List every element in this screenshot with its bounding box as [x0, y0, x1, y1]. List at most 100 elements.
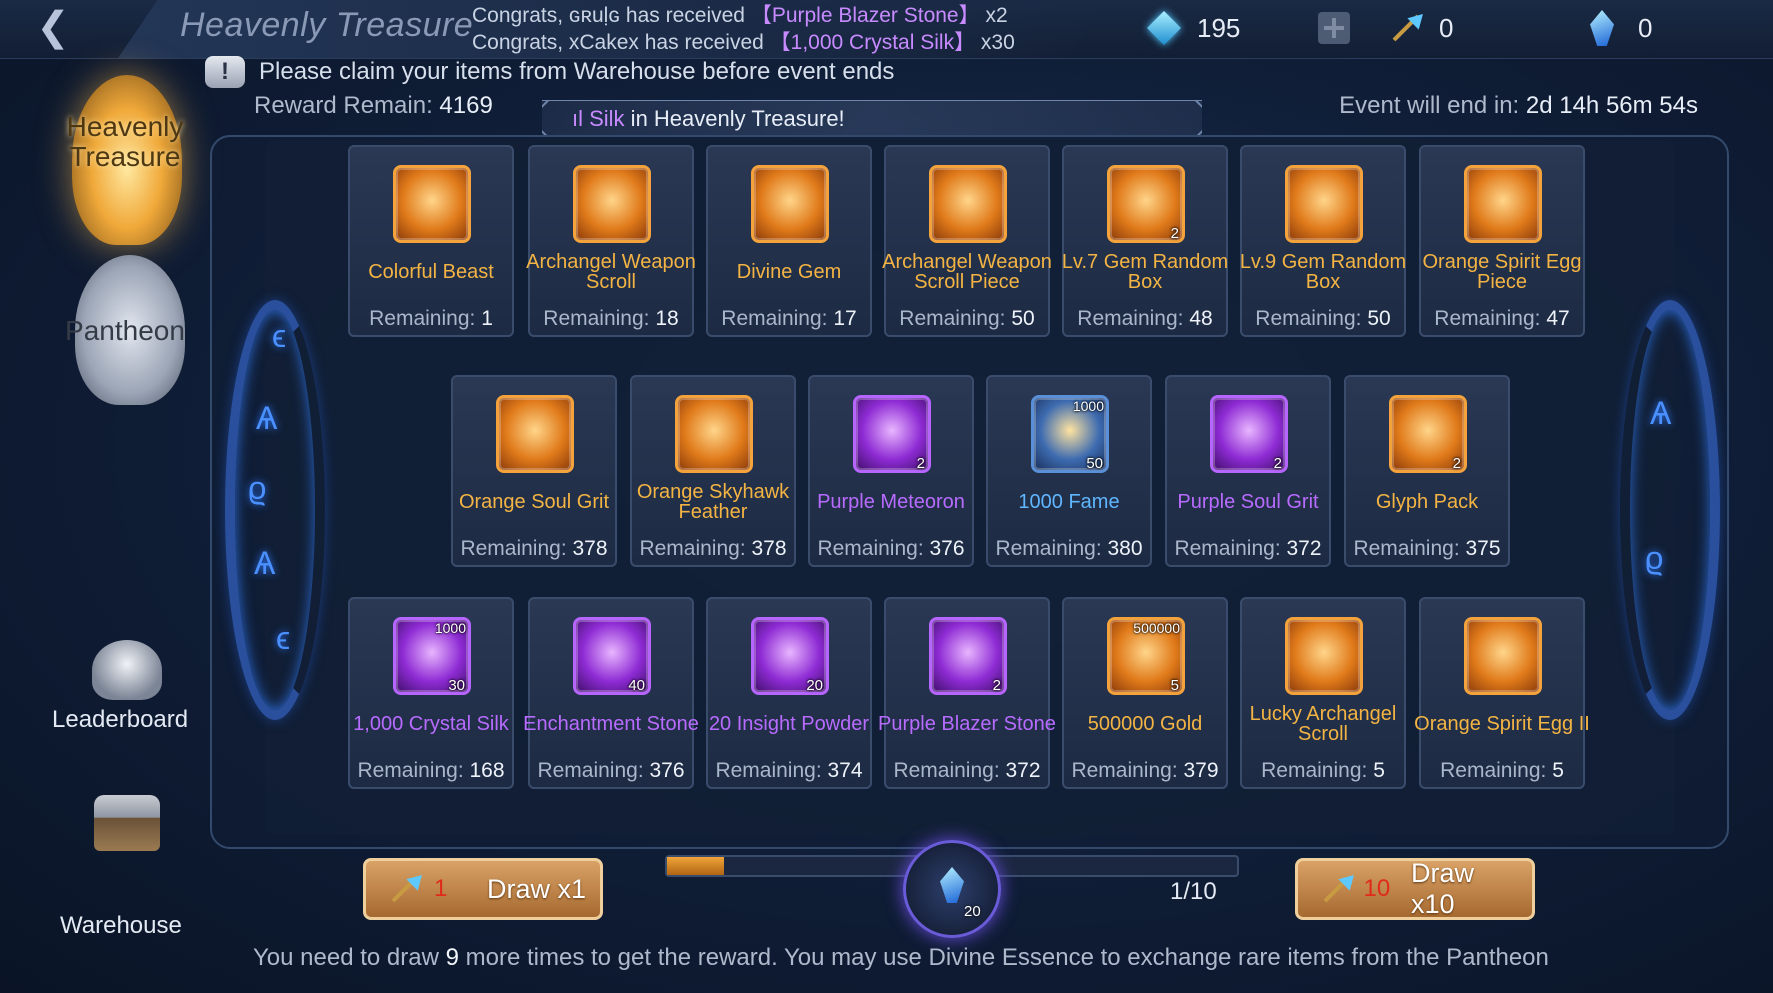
reward-name: 1,000 Crystal Silk — [353, 713, 509, 735]
reward-item-icon: 2 — [1210, 395, 1288, 473]
reward-quantity: 2 — [1170, 225, 1179, 242]
add-currency-button[interactable] — [1318, 6, 1350, 50]
reward-name: Lucky Archangel Scroll — [1249, 703, 1397, 745]
reward-name: Lv.7 Gem Random Box — [1061, 251, 1229, 293]
reward-name: Purple Meteoron — [817, 491, 965, 513]
reward-item-icon: 2 — [1389, 395, 1467, 473]
reward-card[interactable]: Lv.9 Gem Random Box Remaining: 50 — [1240, 145, 1406, 337]
arrow-count: 0 — [1439, 12, 1454, 43]
reward-remaining: Remaining: 1 — [369, 307, 493, 330]
warehouse-button[interactable]: Warehouse — [60, 912, 182, 940]
reward-card[interactable]: 1000 50 1000 Fame Remaining: 380 — [986, 375, 1152, 567]
rune-ring-right — [1620, 300, 1720, 720]
reward-card[interactable]: Colorful Beast Remaining: 1 — [348, 145, 514, 337]
reward-card[interactable]: Divine Gem Remaining: 17 — [706, 145, 872, 337]
draw-x1-button[interactable]: 1 Draw x1 — [363, 858, 603, 920]
reward-remaining: Remaining: 47 — [1434, 307, 1570, 330]
reward-remaining: Remaining: 380 — [995, 537, 1143, 560]
reward-remaining: Remaining: 378 — [639, 537, 787, 560]
heavenly-treasure-label[interactable]: Heavenly Treasure — [40, 112, 210, 172]
reward-item-icon: 1000 50 — [1031, 395, 1109, 473]
reward-name: Glyph Pack — [1375, 491, 1479, 513]
diamond-counter: 195 — [1145, 6, 1240, 50]
reward-name: Orange Soul Grit — [458, 491, 610, 513]
reward-quantity: 40 — [628, 677, 645, 694]
reward-card[interactable]: 2 Lv.7 Gem Random Box Remaining: 48 — [1062, 145, 1228, 337]
draw-x1-cost: 1 — [434, 875, 448, 902]
trophy-icon[interactable] — [92, 640, 162, 700]
reward-quantity: 2 — [1452, 455, 1461, 472]
warehouse-notice: ! Please claim your items from Warehouse… — [205, 56, 894, 88]
reward-quantity: 2 — [992, 677, 1001, 694]
reward-remaining: Remaining: 5 — [1261, 759, 1385, 782]
draw-x1-label: Draw x1 — [486, 873, 586, 904]
reward-card[interactable]: Orange Soul Grit Remaining: 378 — [451, 375, 617, 567]
reward-card[interactable]: Lucky Archangel Scroll Remaining: 5 — [1240, 597, 1406, 789]
reward-remaining: Remaining: 17 — [721, 307, 857, 330]
crystal-count: 0 — [1638, 12, 1653, 43]
reward-remaining: Remaining: 168 — [357, 759, 505, 782]
rune-icon: ϵ — [272, 318, 287, 354]
top-bar: ❮ Heavenly Treasure Congrats, ɢʀuḷɢ has … — [0, 0, 1773, 59]
reward-card[interactable]: 2 Purple Blazer Stone Remaining: 372 — [878, 597, 1056, 789]
draw-x10-button[interactable]: 10 Draw x10 — [1295, 858, 1535, 920]
reward-name: Purple Blazer Stone — [878, 713, 1056, 735]
reward-item-icon — [393, 165, 471, 243]
reward-card[interactable]: Archangel Weapon Scroll Piece Remaining: … — [882, 145, 1052, 337]
reward-card[interactable]: 1000 30 1,000 Crystal Silk Remaining: 168 — [348, 597, 514, 789]
reward-remaining: Remaining: 50 — [1255, 307, 1391, 330]
reward-quantity: 2 — [916, 455, 925, 472]
reward-item-icon — [1464, 617, 1542, 695]
reward-card[interactable]: Orange Spirit Egg Piece Remaining: 47 — [1419, 145, 1585, 337]
reward-quantity: 2 — [1273, 455, 1282, 472]
rune-icon: ϱ — [1645, 540, 1664, 576]
pantheon-label[interactable]: Pantheon — [40, 316, 210, 346]
reward-card[interactable]: 20 20 Insight Powder Remaining: 374 — [706, 597, 872, 789]
reward-quantity: 30 — [448, 677, 465, 694]
reward-item-icon: 1000 30 — [393, 617, 471, 695]
reward-card[interactable]: Orange Skyhawk Feather Remaining: 378 — [630, 375, 796, 567]
marquee-banner: ıl Silk in Heavenly Treasure! — [542, 100, 1202, 136]
orb-quantity: 20 — [964, 903, 981, 920]
archangel-arrow-icon — [1385, 8, 1425, 48]
reward-remaining: Remaining: 5 — [1440, 759, 1564, 782]
ticker-line: Congrats, ɢʀuḷɢ has received 【Purple Bla… — [472, 4, 1008, 27]
reward-card[interactable]: 2 Glyph Pack Remaining: 375 — [1344, 375, 1510, 567]
leaderboard-button[interactable]: Leaderboard — [52, 706, 188, 734]
reward-name: Enchantment Stone — [523, 713, 699, 735]
reward-quantity: 20 — [806, 677, 823, 694]
reward-item-icon: 20 — [751, 617, 829, 695]
reward-name: Purple Soul Grit — [1177, 491, 1319, 513]
reward-card[interactable]: Orange Spirit Egg II Remaining: 5 — [1414, 597, 1590, 789]
reward-card[interactable]: 40 Enchantment Stone Remaining: 376 — [523, 597, 699, 789]
reward-remaining: Remaining: 379 — [1071, 759, 1219, 782]
reward-remaining: Remaining: 372 — [893, 759, 1041, 782]
reward-item-icon — [1285, 165, 1363, 243]
reward-remaining: Remaining: 376 — [537, 759, 685, 782]
event-countdown: Event will end in: 2d 14h 56m 54s — [1339, 92, 1698, 119]
reward-item-icon: 2 — [1107, 165, 1185, 243]
rune-icon: ϱ — [248, 470, 267, 506]
rune-icon: Ѧ — [256, 400, 278, 436]
rune-icon: Ѧ — [1650, 395, 1672, 431]
reward-name: 1000 Fame — [1018, 491, 1120, 513]
reward-item-icon — [496, 395, 574, 473]
divine-essence-orb[interactable]: 20 — [903, 840, 1001, 938]
reward-card[interactable]: 2 Purple Soul Grit Remaining: 372 — [1165, 375, 1331, 567]
reward-name: Orange Skyhawk Feather — [636, 481, 790, 523]
reward-remaining: Remaining: 376 — [817, 537, 965, 560]
chest-icon[interactable] — [94, 795, 160, 851]
reward-item-icon: 500000 5 — [1107, 617, 1185, 695]
news-ticker: Congrats, ɢʀuḷɢ has received 【Purple Bla… — [472, 2, 1082, 56]
reward-item-icon — [1285, 617, 1363, 695]
draw-x10-label: Draw x10 — [1411, 858, 1475, 919]
reward-name: Orange Spirit Egg Piece — [1422, 251, 1582, 293]
reward-name: Orange Spirit Egg II — [1414, 713, 1590, 735]
back-button[interactable]: ❮ — [18, 4, 88, 50]
reward-card[interactable]: 500000 5 500000 Gold Remaining: 379 — [1062, 597, 1228, 789]
reward-card[interactable]: 2 Purple Meteoron Remaining: 376 — [808, 375, 974, 567]
diamond-count: 195 — [1197, 12, 1241, 43]
reward-stack-amount: 1000 — [434, 620, 466, 636]
reward-card[interactable]: Archangel Weapon Scroll Remaining: 18 — [526, 145, 696, 337]
diamond-icon — [1145, 9, 1183, 47]
